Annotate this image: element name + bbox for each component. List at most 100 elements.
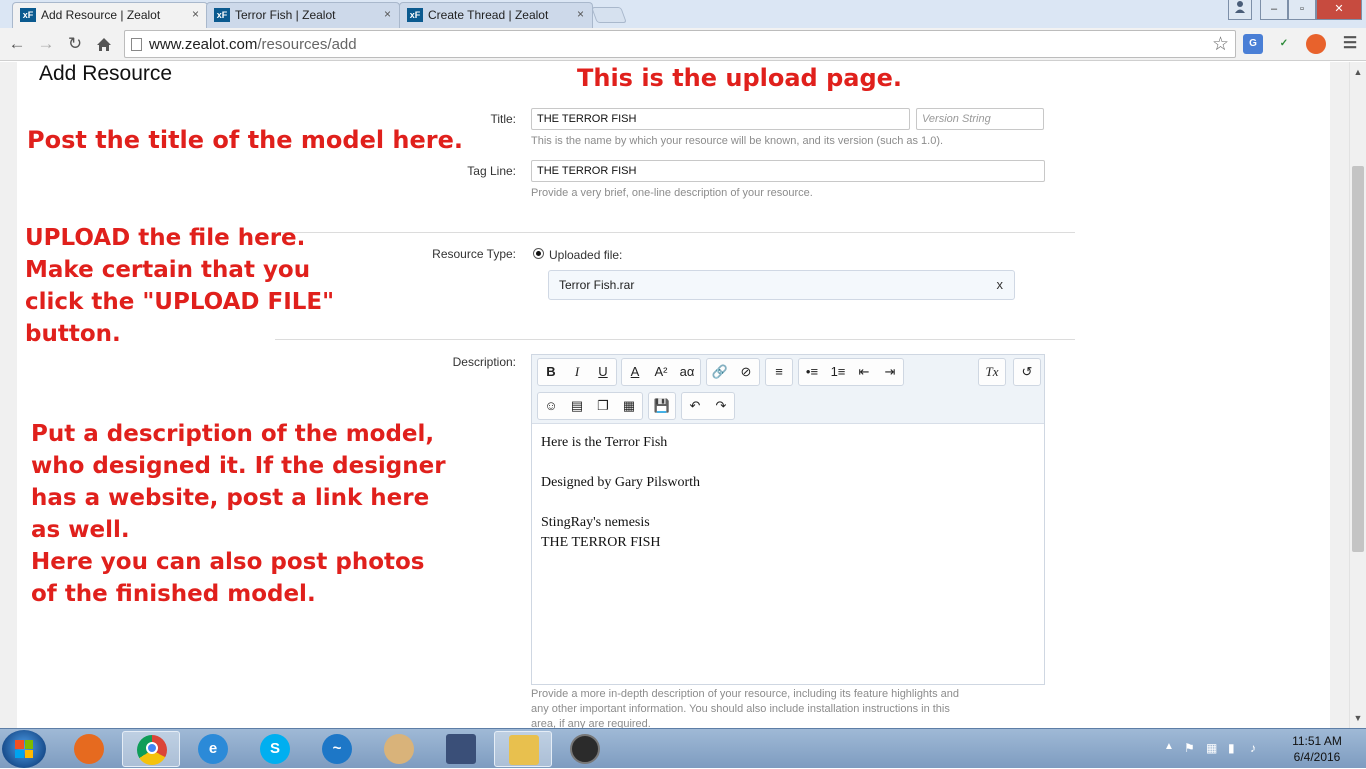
volume-muted-icon[interactable]: ♪ xyxy=(1250,741,1256,755)
chrome-icon xyxy=(137,735,167,765)
taskbar-app-swirl[interactable]: ~ xyxy=(308,731,366,767)
annotation-line: UPLOAD the file here. xyxy=(25,225,306,251)
taskbar-chrome[interactable] xyxy=(122,731,180,767)
tab-create-thread[interactable]: xF Create Thread | Zealot × xyxy=(399,2,593,28)
taskbar-explorer[interactable] xyxy=(494,731,552,767)
reload-button[interactable]: ↻ xyxy=(64,33,86,55)
italic-button[interactable]: I xyxy=(564,359,590,385)
insert-quote-icon[interactable]: ▦ xyxy=(616,393,642,419)
font-size-button[interactable]: A² xyxy=(648,359,674,385)
taskbar-paint[interactable] xyxy=(370,731,428,767)
internet-explorer-icon: e xyxy=(198,734,228,764)
undo-icon[interactable]: ↶ xyxy=(682,393,708,419)
tagline-input[interactable]: THE TERROR FISH xyxy=(531,160,1045,182)
xenforo-favicon-icon: xF xyxy=(214,8,230,22)
editor-line: THE TERROR FISH xyxy=(541,535,661,550)
xenforo-favicon-icon: xF xyxy=(407,8,423,22)
taskbar-camera[interactable] xyxy=(556,731,614,767)
insert-image-icon[interactable]: ▤ xyxy=(564,393,590,419)
action-center-flag-icon[interactable]: ⚑ xyxy=(1184,741,1195,755)
close-window-button[interactable]: ✕ xyxy=(1316,0,1362,20)
version-string-input[interactable]: Version String xyxy=(916,108,1044,130)
annotation-line: Here you can also post photos xyxy=(31,549,425,575)
page-left-margin xyxy=(0,62,17,728)
taskbar-firefox[interactable] xyxy=(60,731,118,767)
outdent-icon[interactable]: ⇤ xyxy=(851,359,877,385)
insert-group: ☺ ▤ ❐ ▦ xyxy=(537,392,643,420)
spellcheck-extension-icon[interactable]: ✓ xyxy=(1274,34,1294,54)
annotation-line: button. xyxy=(25,321,121,347)
close-tab-icon[interactable]: × xyxy=(384,7,391,21)
maximize-button[interactable]: ▫ xyxy=(1288,0,1316,20)
font-family-button[interactable]: aα xyxy=(674,359,700,385)
font-group: A A² aα xyxy=(621,358,701,386)
title-label: Title: xyxy=(490,112,516,126)
taskbar-internet-explorer[interactable]: e xyxy=(184,731,242,767)
scroll-up-arrow-icon[interactable]: ▲ xyxy=(1350,64,1366,80)
new-tab-button[interactable] xyxy=(591,7,627,23)
resource-type-label: Resource Type: xyxy=(432,247,516,261)
minimize-button[interactable]: ‒ xyxy=(1260,0,1288,20)
browser-toolbar: ← → ↻ www.zealot.com/resources/add ☆ G ✓… xyxy=(0,28,1366,61)
description-label: Description: xyxy=(452,355,516,369)
align-left-icon[interactable]: ≡ xyxy=(766,359,792,385)
close-tab-icon[interactable]: × xyxy=(192,7,199,21)
title-input[interactable]: THE TERROR FISH xyxy=(531,108,910,130)
url-host: www.zealot.com xyxy=(149,36,258,53)
system-clock[interactable]: 11:51 AM 6/4/2016 xyxy=(1282,733,1352,765)
translate-extension-icon[interactable]: G xyxy=(1243,34,1263,54)
remove-file-button[interactable]: x xyxy=(997,277,1004,292)
bold-button[interactable]: B xyxy=(538,359,564,385)
forward-arrow-icon: → xyxy=(37,34,55,53)
tab-add-resource[interactable]: xF Add Resource | Zealot × xyxy=(12,2,208,28)
editor-content[interactable]: Here is the Terror Fish Designed by Gary… xyxy=(541,433,700,553)
show-hidden-icons-icon[interactable]: ▲ xyxy=(1164,741,1174,752)
annotation-upload-page: This is the upload page. xyxy=(577,64,903,92)
annotation-description: Put a description of the model, who desi… xyxy=(31,418,446,610)
user-profile-button[interactable] xyxy=(1228,0,1252,20)
page-scrollbar[interactable]: ▲ ▼ xyxy=(1349,62,1366,728)
page-right-margin xyxy=(1330,62,1349,728)
device-icon[interactable]: ▦ xyxy=(1206,741,1217,755)
close-tab-icon[interactable]: × xyxy=(577,7,584,21)
back-button[interactable]: ← xyxy=(6,33,28,55)
windows-taskbar: e S ~ ▲ ⚑ ▦ ▮ ♪ 11:51 AM 6/4/2016 xyxy=(0,728,1366,768)
toggle-bbcode-icon[interactable]: ↺ xyxy=(1014,359,1040,385)
page-title: Add Resource xyxy=(39,62,173,85)
bookmark-star-icon[interactable]: ☆ xyxy=(1212,33,1229,56)
extension-badge-icon[interactable] xyxy=(1306,34,1326,54)
taskbar-editor[interactable] xyxy=(432,731,490,767)
underline-button[interactable]: U xyxy=(590,359,616,385)
scroll-down-arrow-icon[interactable]: ▼ xyxy=(1350,710,1366,726)
indent-icon[interactable]: ⇥ xyxy=(877,359,903,385)
tab-terror-fish[interactable]: xF Terror Fish | Zealot × xyxy=(206,2,400,28)
pen-editor-icon xyxy=(446,734,476,764)
uploaded-file-name: Terror Fish.rar xyxy=(559,278,635,292)
remove-format-button[interactable]: Tx xyxy=(979,359,1005,385)
numbered-list-icon[interactable]: 1≡ xyxy=(825,359,851,385)
uploaded-file-row: Terror Fish.rar x xyxy=(548,270,1015,300)
scrollbar-thumb[interactable] xyxy=(1352,166,1364,552)
text-style-group: B I U xyxy=(537,358,617,386)
save-draft-icon[interactable]: 💾 xyxy=(649,393,675,419)
unlink-icon[interactable]: ⊘ xyxy=(733,359,759,385)
forward-button[interactable]: → xyxy=(35,33,57,55)
network-signal-icon[interactable]: ▮ xyxy=(1228,741,1235,755)
insert-media-icon[interactable]: ❐ xyxy=(590,393,616,419)
smilie-icon[interactable]: ☺ xyxy=(538,393,564,419)
description-editor[interactable]: B I U A A² aα 🔗 ⊘ ≡ •≡ 1≡ ⇤ ⇥ Tx ↺ ☺ ▤ ❐… xyxy=(531,354,1045,685)
align-group: ≡ xyxy=(765,358,793,386)
chrome-menu-icon[interactable]: ☰ xyxy=(1340,34,1360,54)
insert-link-icon[interactable]: 🔗 xyxy=(707,359,733,385)
home-button[interactable] xyxy=(93,33,115,55)
page-content: Add Resource Title: THE TERROR FISH Vers… xyxy=(0,62,1349,728)
font-color-button[interactable]: A xyxy=(622,359,648,385)
start-button[interactable] xyxy=(2,730,46,768)
bullet-list-icon[interactable]: •≡ xyxy=(799,359,825,385)
redo-icon[interactable]: ↷ xyxy=(708,393,734,419)
address-bar[interactable]: www.zealot.com/resources/add ☆ xyxy=(124,30,1236,58)
uploaded-file-radio[interactable] xyxy=(533,248,544,259)
description-hint: Provide a more in-depth description of y… xyxy=(531,687,959,728)
taskbar-skype[interactable]: S xyxy=(246,731,304,767)
annotation-line: Put a description of the model, xyxy=(31,421,435,447)
